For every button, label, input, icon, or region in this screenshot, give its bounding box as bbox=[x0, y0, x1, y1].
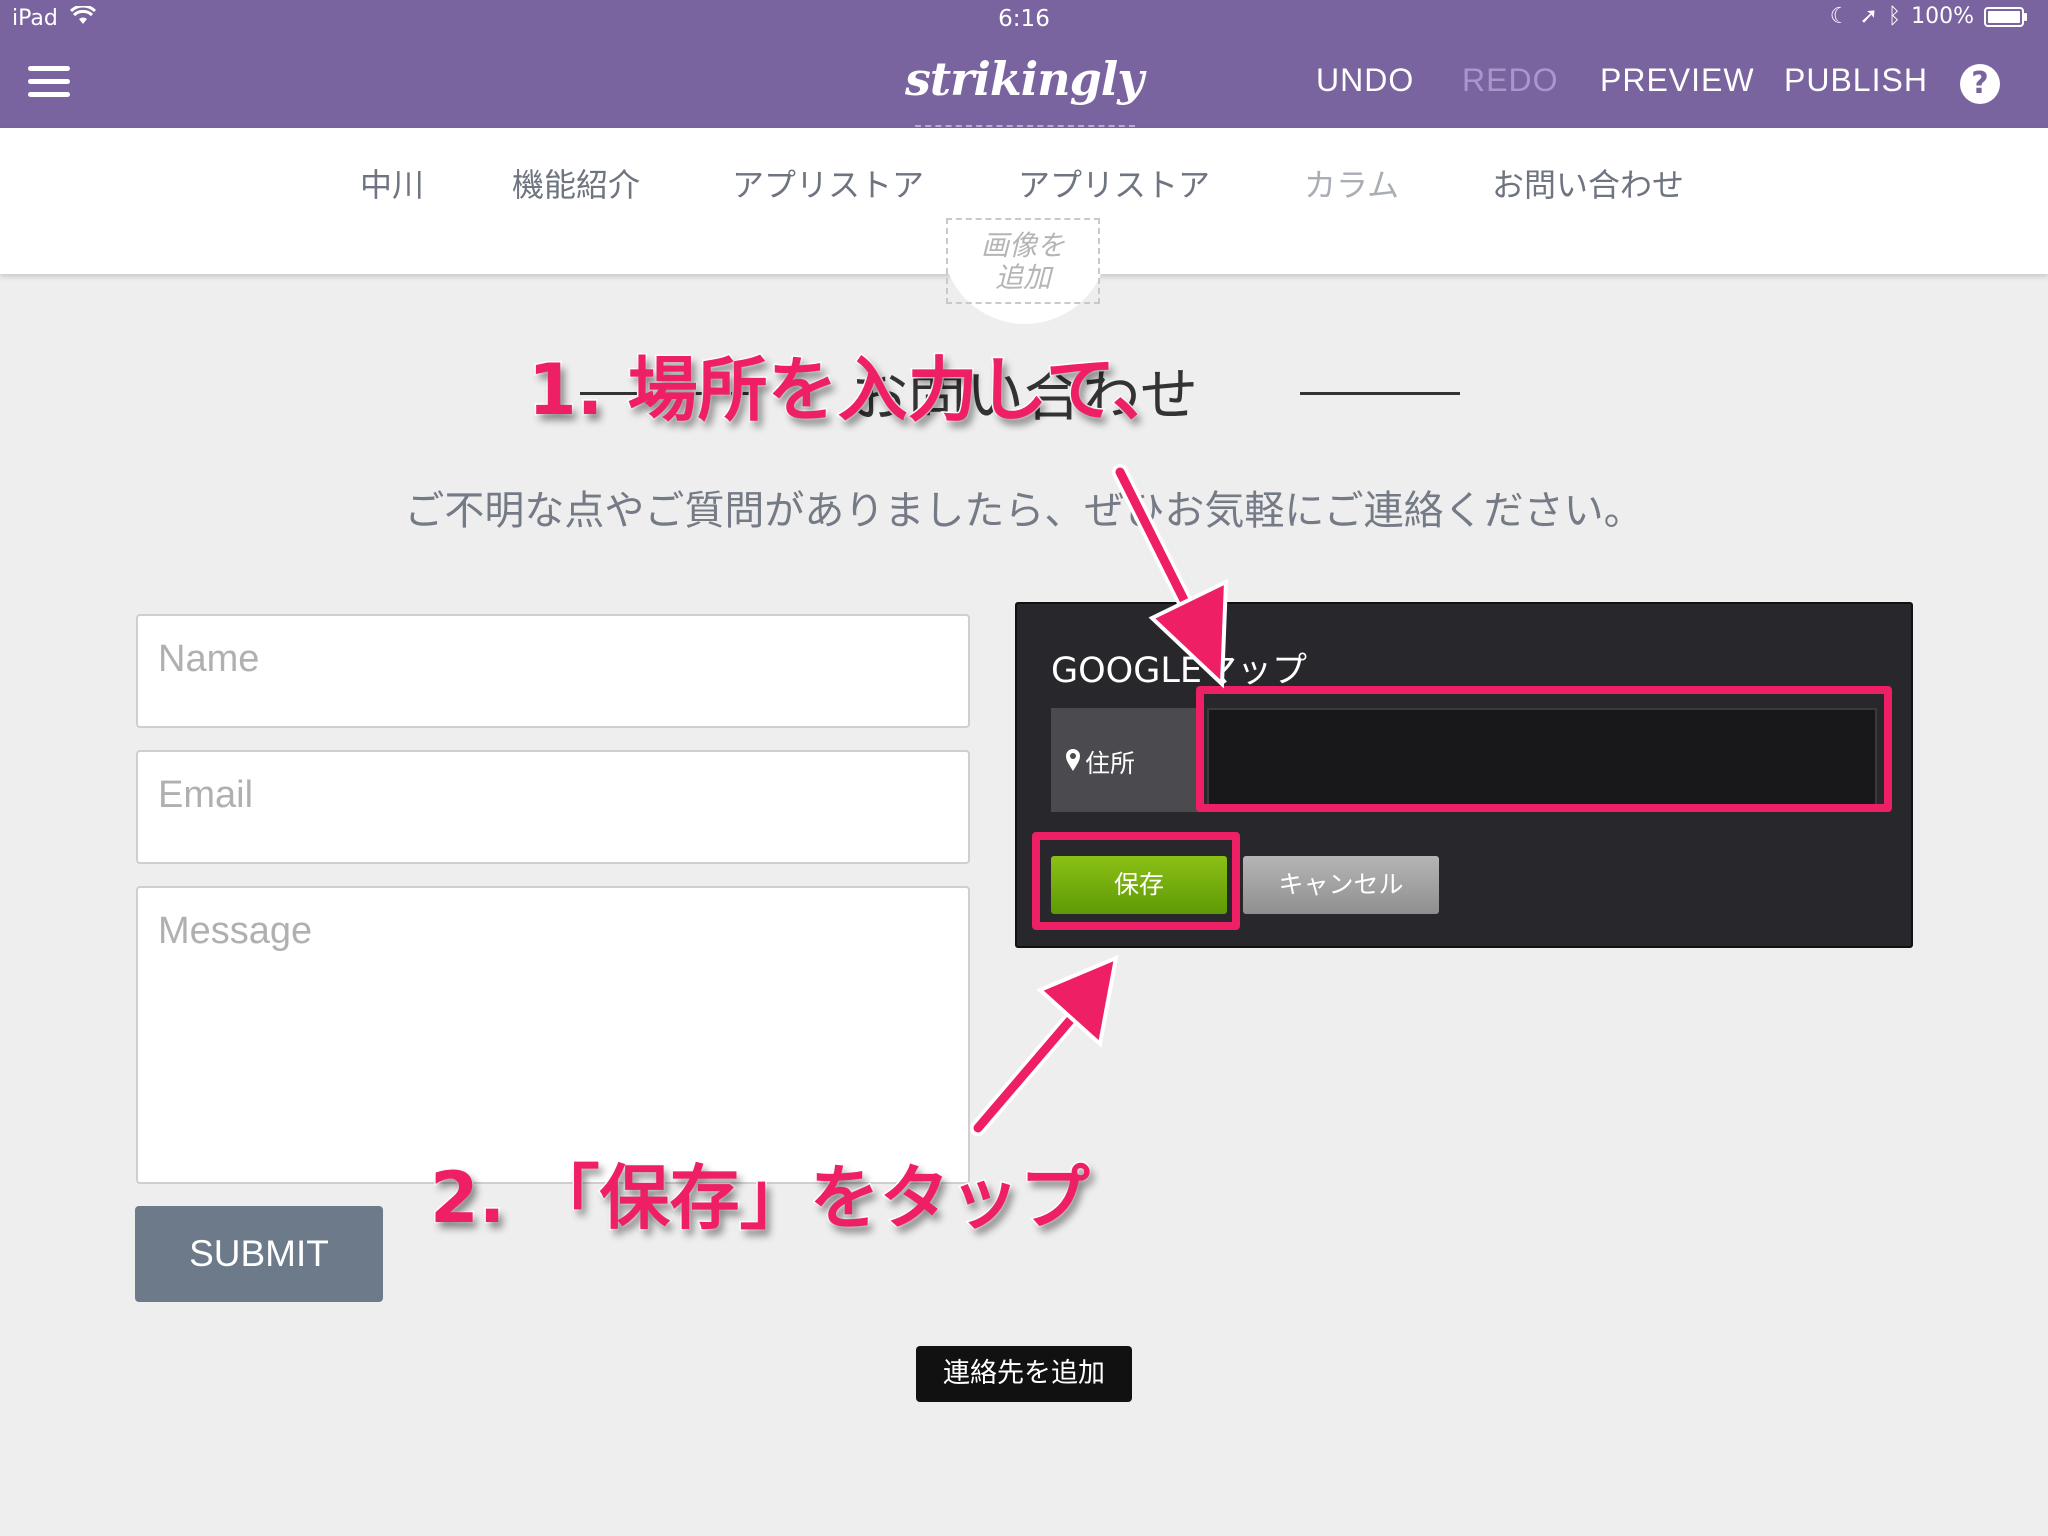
arrow-to-address-icon bbox=[1112, 464, 1229, 689]
annotation-step-1: 1. 場所を入力して、 bbox=[526, 348, 1183, 433]
annotation-arrows bbox=[970, 464, 1229, 1136]
annotation-step-2: 2. 「保存」をタップ bbox=[429, 1156, 1092, 1241]
arrow-to-save-icon bbox=[970, 954, 1119, 1136]
